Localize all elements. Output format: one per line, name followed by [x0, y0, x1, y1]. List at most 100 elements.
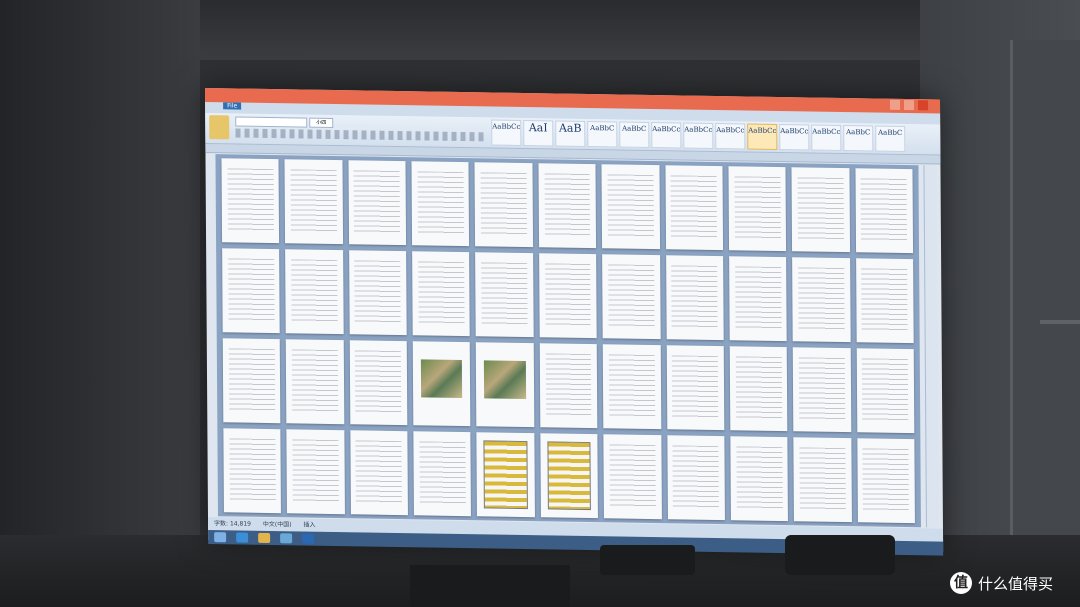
document-page[interactable]	[412, 341, 471, 427]
document-page[interactable]	[412, 251, 471, 337]
document-page[interactable]	[603, 434, 662, 520]
document-page[interactable]	[539, 343, 598, 429]
page-content	[862, 358, 909, 422]
watermark-text: 什么值得买	[978, 574, 1054, 593]
style-sample: AaBbCc	[492, 122, 521, 131]
page-content	[545, 353, 592, 417]
browser-icon[interactable]	[236, 532, 249, 543]
document-page[interactable]	[538, 253, 597, 339]
document-page[interactable]	[221, 158, 280, 244]
document-page[interactable]	[666, 345, 725, 431]
close-icon[interactable]	[917, 100, 929, 111]
page-content	[735, 356, 782, 420]
minimize-icon[interactable]	[889, 99, 901, 110]
page-content	[544, 263, 592, 327]
page-content	[483, 440, 528, 509]
document-page[interactable]	[540, 433, 599, 519]
document-page[interactable]	[411, 161, 470, 247]
app-icon[interactable]	[280, 533, 293, 544]
style-item[interactable]: AaI	[523, 119, 554, 147]
document-page[interactable]	[666, 435, 725, 521]
document-page[interactable]	[350, 430, 409, 516]
style-item[interactable]: AaBbC	[619, 121, 650, 148]
document-page[interactable]	[538, 163, 597, 249]
document-page[interactable]	[601, 164, 660, 250]
document-page[interactable]	[222, 338, 281, 424]
page-content	[798, 357, 846, 421]
style-sample: AaBbCcDc	[812, 127, 842, 137]
word-icon[interactable]	[302, 533, 315, 544]
style-item[interactable]: AaBbCc	[651, 122, 682, 149]
page-content	[355, 350, 402, 414]
document-page[interactable]	[855, 168, 914, 254]
page-content	[608, 354, 656, 418]
style-item[interactable]: AaBbCcDc	[747, 123, 778, 150]
document-page[interactable]	[285, 249, 344, 335]
page-content	[228, 348, 275, 412]
style-item[interactable]: AaBbC	[843, 125, 874, 152]
page-content	[544, 173, 591, 237]
document-page[interactable]	[856, 438, 915, 524]
door-frame	[1010, 40, 1080, 540]
page-content	[672, 445, 720, 509]
formatting-tools[interactable]	[235, 128, 486, 142]
style-item[interactable]: AaBbCcDc	[811, 124, 842, 151]
document-page[interactable]	[602, 344, 661, 430]
document-page[interactable]	[348, 250, 407, 336]
style-item[interactable]: AaBbCcI	[715, 123, 746, 150]
document-page[interactable]	[476, 432, 535, 518]
font-name-box[interactable]	[235, 116, 308, 128]
page-content	[227, 168, 274, 232]
page-content	[292, 439, 339, 503]
document-page[interactable]	[476, 342, 535, 428]
document-page[interactable]	[602, 254, 661, 340]
document-page[interactable]	[855, 258, 914, 344]
style-sample: AaBbCcI	[716, 126, 746, 135]
document-page[interactable]	[792, 347, 851, 433]
folder-icon[interactable]	[258, 532, 271, 544]
maximize-icon[interactable]	[903, 99, 915, 111]
document-page[interactable]	[856, 348, 915, 434]
document-page[interactable]	[792, 257, 851, 343]
style-item[interactable]: AaBbC	[587, 121, 618, 148]
style-item[interactable]: AaBbCc	[683, 122, 714, 149]
document-page[interactable]	[730, 436, 789, 522]
style-sample: AaBbC	[846, 128, 871, 137]
document-page[interactable]	[474, 162, 533, 248]
style-item[interactable]: AaBbCcDd	[779, 124, 810, 151]
document-page[interactable]	[475, 252, 534, 338]
document-page[interactable]	[791, 167, 850, 253]
page-content	[671, 265, 718, 329]
page-content	[419, 441, 466, 505]
document-page[interactable]	[286, 429, 345, 515]
style-sample: AaBbCc	[684, 125, 713, 134]
document-page[interactable]	[348, 160, 407, 246]
style-item[interactable]: AaB	[555, 120, 586, 147]
styles-gallery: AaBbCc AaI AaB AaBbC AaBbC AaBbCc AaBbCc AaBbCc…	[491, 119, 906, 153]
document-page[interactable]	[728, 166, 787, 252]
document-page[interactable]	[729, 256, 787, 342]
paste-icon[interactable]	[209, 115, 230, 140]
vertical-scrollbar[interactable]	[923, 165, 939, 528]
font-size-box[interactable]: 小四	[309, 117, 334, 129]
page-content	[798, 267, 845, 331]
document-page[interactable]	[413, 431, 472, 517]
document-page[interactable]	[222, 248, 281, 334]
style-sample: AaBbCcDd	[780, 127, 810, 136]
style-item[interactable]: AaBbC	[875, 125, 906, 153]
page-content	[670, 175, 718, 239]
tab-file[interactable]: File	[223, 102, 242, 110]
start-icon[interactable]	[214, 532, 227, 543]
document-page[interactable]	[284, 159, 343, 245]
document-page[interactable]	[793, 437, 852, 523]
document-page[interactable]	[665, 165, 723, 251]
watermark-logo: 值	[950, 572, 972, 594]
style-item[interactable]: AaBbCc	[491, 119, 522, 146]
document-page[interactable]	[729, 346, 788, 432]
document-page[interactable]	[665, 255, 724, 341]
page-content	[547, 441, 592, 510]
desk-object	[410, 565, 570, 607]
document-page[interactable]	[349, 340, 408, 426]
document-page[interactable]	[286, 339, 345, 425]
document-page[interactable]	[223, 428, 282, 514]
